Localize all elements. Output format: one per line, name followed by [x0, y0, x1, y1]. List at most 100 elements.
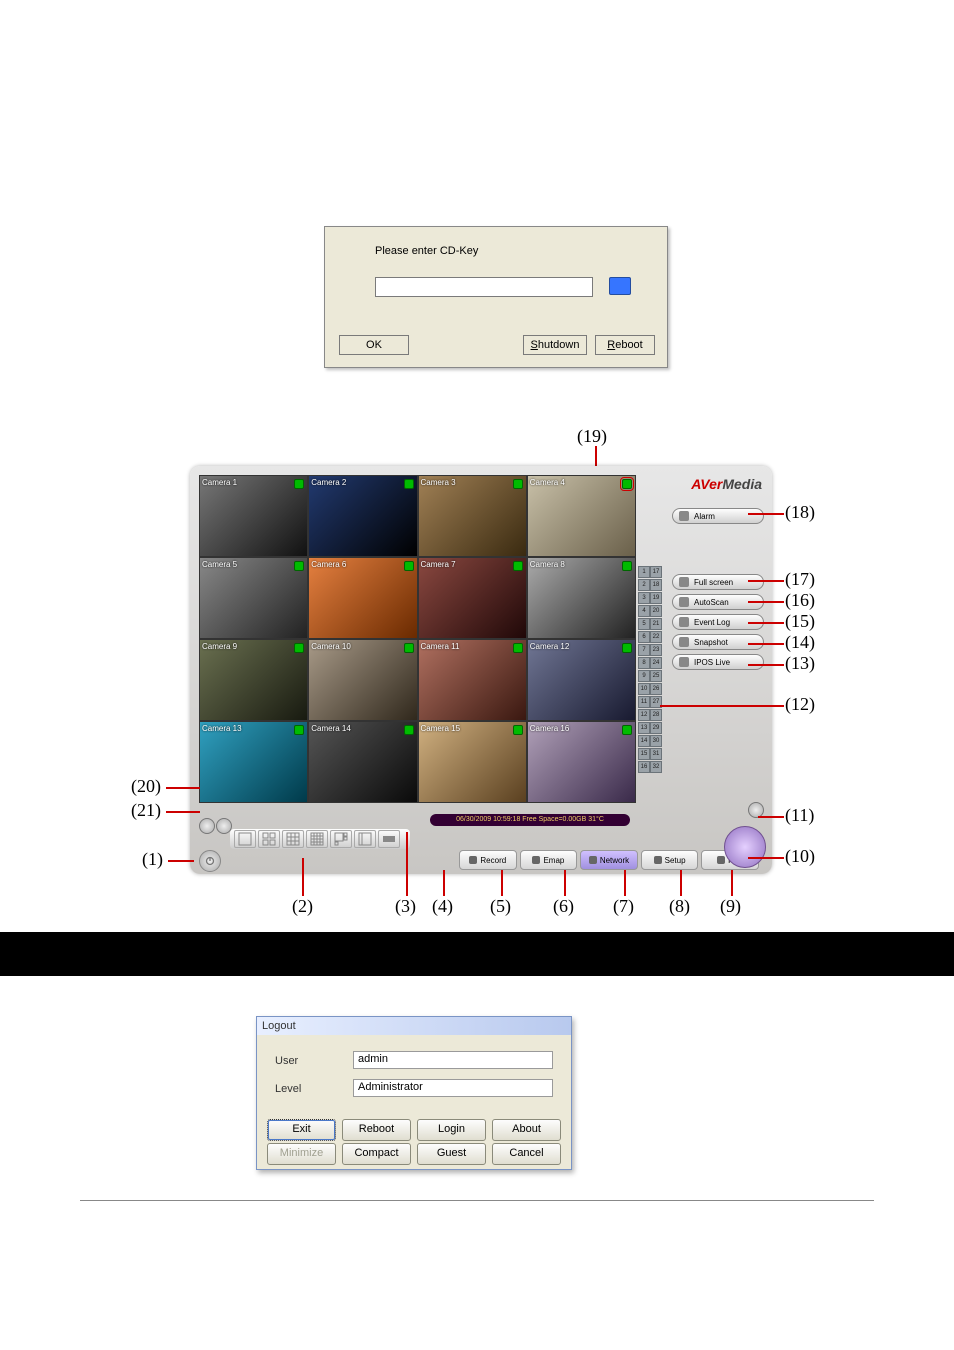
- channel-strip-right[interactable]: 17181920212223242526272829303132: [650, 566, 668, 773]
- record-icon: [469, 856, 477, 864]
- channel-cell[interactable]: 32: [650, 761, 662, 773]
- record-state-icon: [513, 725, 523, 735]
- camera-title: Camera 1: [202, 478, 237, 487]
- channel-cell[interactable]: 3: [638, 592, 650, 604]
- channel-cell[interactable]: 8: [638, 657, 650, 669]
- channel-cell[interactable]: 18: [650, 579, 662, 591]
- split-9-icon[interactable]: [282, 830, 304, 848]
- about-button[interactable]: About: [492, 1119, 561, 1141]
- snapshot-button[interactable]: Snapshot: [672, 634, 764, 650]
- channel-cell[interactable]: 16: [638, 761, 650, 773]
- channel-cell[interactable]: 9: [638, 670, 650, 682]
- reboot-button[interactable]: Reboot: [595, 335, 655, 355]
- camera-cell[interactable]: Camera 11: [418, 639, 527, 721]
- camera-cell[interactable]: Camera 12: [527, 639, 636, 721]
- compact-button[interactable]: Compact: [342, 1143, 411, 1165]
- audio-button-icon[interactable]: [216, 818, 232, 834]
- logout-dialog: Logout User Level admin Administrator Ex…: [256, 1016, 572, 1170]
- split-13-icon[interactable]: [354, 830, 376, 848]
- camera-cell[interactable]: Camera 6: [308, 557, 417, 639]
- channel-cell[interactable]: 22: [650, 631, 662, 643]
- camera-cell[interactable]: Camera 10: [308, 639, 417, 721]
- channel-cell[interactable]: 12: [638, 709, 650, 721]
- channel-cell[interactable]: 4: [638, 605, 650, 617]
- cdkey-dialog: Please enter CD-Key OK Shutdown Reboot: [324, 226, 668, 368]
- reboot-button-2[interactable]: Reboot: [342, 1119, 411, 1141]
- channel-cell[interactable]: 5: [638, 618, 650, 630]
- channel-cell[interactable]: 20: [650, 605, 662, 617]
- eventlog-icon: [679, 617, 689, 627]
- ok-button[interactable]: OK: [339, 335, 409, 355]
- channel-cell[interactable]: 30: [650, 735, 662, 747]
- channel-cell[interactable]: 1: [638, 566, 650, 578]
- channel-cell[interactable]: 24: [650, 657, 662, 669]
- guest-button[interactable]: Guest: [417, 1143, 486, 1165]
- login-button[interactable]: Login: [417, 1119, 486, 1141]
- camera-cell[interactable]: Camera 5: [199, 557, 308, 639]
- camera-cell[interactable]: Camera 9: [199, 639, 308, 721]
- callout-1: (1): [142, 849, 163, 870]
- alarm-button[interactable]: Alarm: [672, 508, 764, 524]
- camera-cell[interactable]: Camera 8: [527, 557, 636, 639]
- split-4-icon[interactable]: [258, 830, 280, 848]
- camera-cell[interactable]: Camera 14: [308, 721, 417, 803]
- cancel-button[interactable]: Cancel: [492, 1143, 561, 1165]
- camera-cell[interactable]: Camera 1: [199, 475, 308, 557]
- camera-title: Camera 10: [311, 642, 351, 651]
- user-field[interactable]: admin: [353, 1051, 553, 1069]
- channel-cell[interactable]: 11: [638, 696, 650, 708]
- channel-cell[interactable]: 23: [650, 644, 662, 656]
- channel-cell[interactable]: 17: [650, 566, 662, 578]
- exit-button[interactable]: Exit: [267, 1119, 336, 1141]
- split-more-icon[interactable]: [378, 830, 400, 848]
- camera-cell[interactable]: Camera 16: [527, 721, 636, 803]
- camera-title: Camera 15: [421, 724, 461, 733]
- playback-preview-button[interactable]: [724, 826, 766, 868]
- channel-cell[interactable]: 29: [650, 722, 662, 734]
- camera-cell[interactable]: Camera 2: [308, 475, 417, 557]
- power-icon: [205, 856, 215, 866]
- split-16-icon[interactable]: [306, 830, 328, 848]
- camera-cell[interactable]: Camera 13: [199, 721, 308, 803]
- camera-title: Camera 9: [202, 642, 237, 651]
- callout-3: (3): [395, 896, 416, 917]
- black-divider-bar: [0, 932, 954, 976]
- cdkey-input[interactable]: [375, 277, 593, 297]
- callout-13: (13): [785, 653, 815, 674]
- split-8-icon[interactable]: [330, 830, 352, 848]
- channel-cell[interactable]: 14: [638, 735, 650, 747]
- callout-10: (10): [785, 846, 815, 867]
- channel-cell[interactable]: 25: [650, 670, 662, 682]
- channel-cell[interactable]: 6: [638, 631, 650, 643]
- channel-cell[interactable]: 7: [638, 644, 650, 656]
- channel-cell[interactable]: 15: [638, 748, 650, 760]
- channel-cell[interactable]: 2: [638, 579, 650, 591]
- onscreen-keyboard-icon[interactable]: [609, 277, 631, 295]
- network-button[interactable]: Network: [580, 850, 638, 870]
- emap-button[interactable]: Emap: [520, 850, 578, 870]
- shutdown-button[interactable]: Shutdown: [523, 335, 587, 355]
- record-state-icon: [513, 561, 523, 571]
- record-button[interactable]: Record: [459, 850, 517, 870]
- camera-cell[interactable]: Camera 15: [418, 721, 527, 803]
- iposlive-button[interactable]: IPOS Live: [672, 654, 764, 670]
- channel-cell[interactable]: 10: [638, 683, 650, 695]
- channel-cell[interactable]: 28: [650, 709, 662, 721]
- fullscreen-button[interactable]: Full screen: [672, 574, 764, 590]
- split-1-icon[interactable]: [234, 830, 256, 848]
- channel-cell[interactable]: 19: [650, 592, 662, 604]
- record-state-icon: [513, 643, 523, 653]
- power-button[interactable]: [199, 850, 221, 872]
- channel-cell[interactable]: 13: [638, 722, 650, 734]
- channel-cell[interactable]: 26: [650, 683, 662, 695]
- setup-button[interactable]: Setup: [641, 850, 699, 870]
- camera-cell[interactable]: Camera 3: [418, 475, 527, 557]
- autoscan-icon: [679, 597, 689, 607]
- camera-cell[interactable]: Camera 7: [418, 557, 527, 639]
- channel-cell[interactable]: 31: [650, 748, 662, 760]
- camera-cell[interactable]: Camera 4: [527, 475, 636, 557]
- channel-cell[interactable]: 21: [650, 618, 662, 630]
- callout-6: (6): [553, 896, 574, 917]
- voice-button-icon[interactable]: [199, 818, 215, 834]
- record-state-icon: [622, 561, 632, 571]
